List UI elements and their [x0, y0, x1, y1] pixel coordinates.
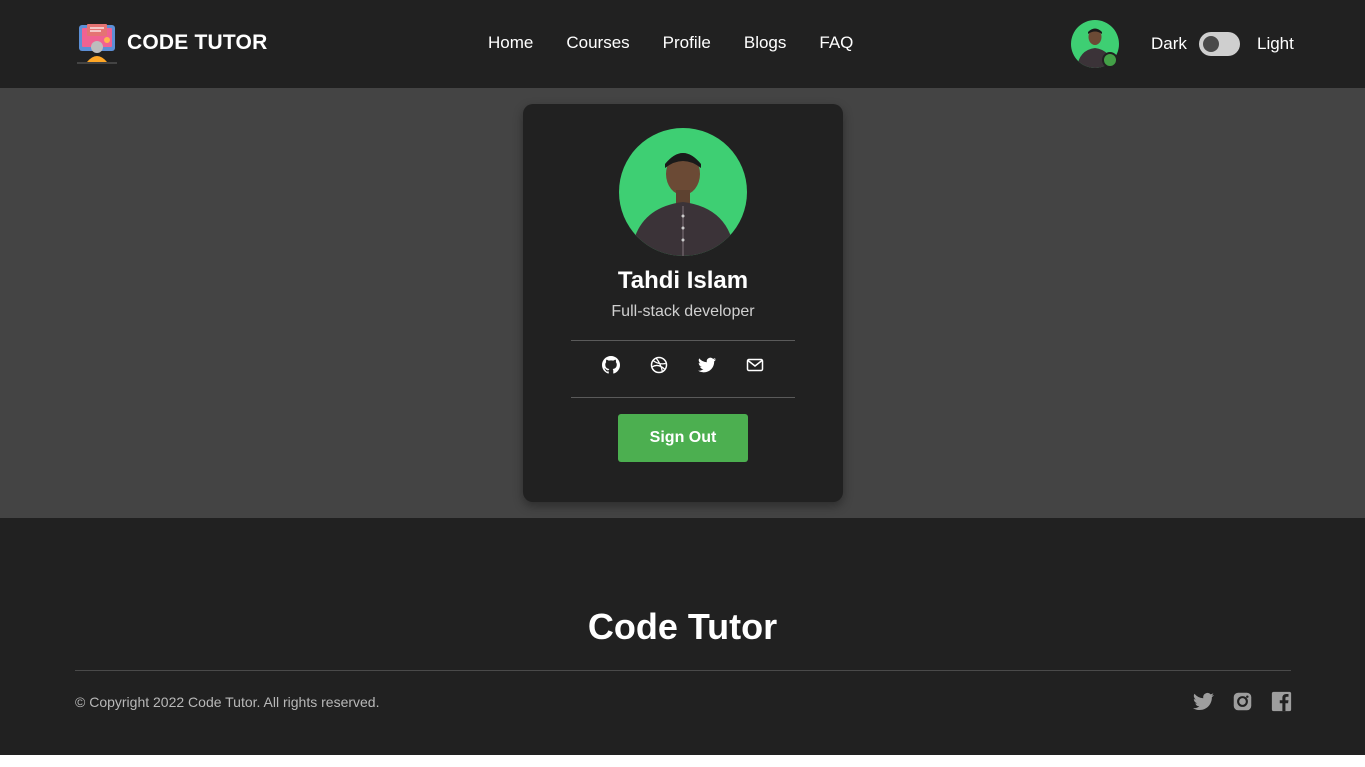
profile-card: Tahdi Islam Full-stack developer Sign Ou… [523, 104, 843, 502]
theme-light-label: Light [1257, 34, 1294, 53]
profile-role: Full-stack developer [611, 303, 755, 320]
computer-tutor-logo-icon [77, 22, 117, 64]
twitter-icon[interactable] [698, 356, 716, 374]
nav-profile[interactable]: Profile [663, 33, 711, 53]
main-menu: Home Courses Profile Blogs FAQ [488, 33, 886, 53]
nav-courses[interactable]: Courses [566, 33, 629, 53]
footer-social-links [1193, 691, 1292, 712]
theme-toggle-knob [1203, 36, 1219, 52]
online-status-indicator [1102, 52, 1118, 68]
twitter-icon[interactable] [1193, 691, 1214, 712]
profile-social-links [523, 356, 843, 374]
theme-toggle[interactable] [1199, 32, 1240, 56]
card-divider-bottom [571, 397, 795, 398]
profile-name: Tahdi Islam [617, 267, 749, 294]
facebook-icon[interactable] [1271, 691, 1292, 712]
sign-out-button[interactable]: Sign Out [618, 414, 748, 462]
instagram-icon[interactable] [1232, 691, 1253, 712]
profile-section: Tahdi Islam Full-stack developer Sign Ou… [0, 88, 1365, 518]
nav-blogs[interactable]: Blogs [744, 33, 787, 53]
dribbble-icon[interactable] [650, 356, 668, 374]
brand-link[interactable]: CODE TUTOR [77, 22, 267, 64]
github-icon[interactable] [602, 356, 620, 374]
brand-name: CODE TUTOR [127, 31, 268, 54]
nav-faq[interactable]: FAQ [819, 33, 853, 53]
footer-divider [75, 670, 1291, 671]
theme-dark-label: Dark [1151, 34, 1187, 53]
mail-icon[interactable] [746, 356, 764, 374]
copyright-text: © Copyright 2022 Code Tutor. All rights … [75, 694, 380, 710]
top-navbar: CODE TUTOR Home Courses Profile Blogs FA… [0, 0, 1365, 88]
nav-home[interactable]: Home [488, 33, 533, 53]
profile-photo [619, 128, 747, 256]
footer-title: Code Tutor [587, 606, 778, 647]
card-divider-top [571, 340, 795, 341]
site-footer: Code Tutor © Copyright 2022 Code Tutor. … [0, 518, 1365, 755]
